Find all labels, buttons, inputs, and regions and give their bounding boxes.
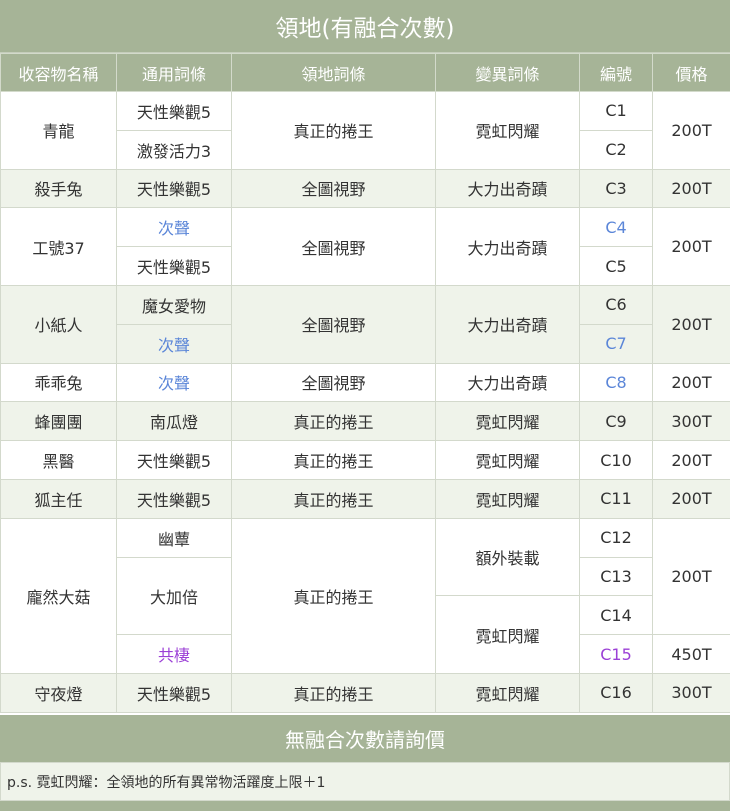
item-price: 450T [652, 634, 730, 674]
general-tag: 天性樂觀5 [116, 440, 232, 480]
territory-tag: 全圖視野 [231, 168, 436, 209]
item-code: C1 [579, 91, 653, 131]
table-row: 守夜燈 天性樂觀5 真正的捲王 霓虹閃耀 C16 300T [0, 672, 730, 713]
item-name: 龐然大菇 [0, 517, 117, 674]
item-name: 青龍 [0, 91, 117, 170]
territory-tag: 真正的捲王 [231, 91, 436, 170]
table-header-row: 收容物名稱 通用詞條 領地詞條 變異詞條 編號 價格 [0, 53, 730, 92]
item-code: C7 [579, 323, 653, 364]
general-tag: 共棲 [116, 634, 232, 674]
mutation-tag: 霓虹閃耀 [435, 595, 580, 674]
general-tag: 天性樂觀5 [116, 246, 232, 286]
item-name: 工號37 [0, 207, 117, 286]
territory-tag: 全圖視野 [231, 284, 436, 364]
mutation-tag: 霓虹閃耀 [435, 478, 580, 519]
item-code: C13 [579, 556, 653, 597]
general-tag: 魔女愛物 [116, 284, 232, 325]
footer-banner: 無融合次數請詢價 [0, 715, 730, 762]
item-price: 200T [652, 207, 730, 286]
item-price: 200T [652, 517, 730, 636]
mutation-tag: 大力出奇蹟 [435, 284, 580, 364]
item-price: 200T [652, 168, 730, 209]
item-code: C9 [579, 401, 653, 442]
territory-tag: 真正的捲王 [231, 478, 436, 519]
header-price: 價格 [652, 53, 730, 92]
territory-tag: 真正的捲王 [231, 672, 436, 713]
table-row: 蜂團團 南瓜燈 真正的捲王 霓虹閃耀 C9 300T [0, 401, 730, 442]
item-name: 小紙人 [0, 284, 117, 364]
territory-tag: 真正的捲王 [231, 440, 436, 480]
item-code: C15 [579, 634, 653, 674]
mutation-tag: 大力出奇蹟 [435, 168, 580, 209]
item-price: 200T [652, 362, 730, 403]
territory-tag: 全圖視野 [231, 362, 436, 403]
page-title: 領地(有融合次數) [0, 0, 730, 53]
general-tag: 南瓜燈 [116, 401, 232, 442]
mutation-tag: 霓虹閃耀 [435, 91, 580, 170]
item-name: 狐主任 [0, 478, 117, 519]
mutation-tag: 大力出奇蹟 [435, 362, 580, 403]
item-name: 殺手兔 [0, 168, 117, 209]
mutation-tag: 霓虹閃耀 [435, 440, 580, 480]
mutation-tag: 大力出奇蹟 [435, 207, 580, 286]
item-code: C10 [579, 440, 653, 480]
item-name: 守夜燈 [0, 672, 117, 713]
table-row: 乖乖兔 次聲 全圖視野 大力出奇蹟 C8 200T [0, 362, 730, 403]
item-price: 200T [652, 440, 730, 480]
mutation-tag: 霓虹閃耀 [435, 672, 580, 713]
item-price: 200T [652, 91, 730, 170]
table-row: 龐然大菇 幽蕈 真正的捲王 額外裝載 C12 200T [0, 517, 730, 674]
territory-tag: 真正的捲王 [231, 401, 436, 442]
general-tag: 激發活力3 [116, 129, 232, 170]
general-tag: 天性樂觀5 [116, 478, 232, 519]
item-name: 乖乖兔 [0, 362, 117, 403]
table-row: 狐主任 天性樂觀5 真正的捲王 霓虹閃耀 C11 200T [0, 478, 730, 519]
item-name: 蜂團團 [0, 401, 117, 442]
item-code: C3 [579, 168, 653, 209]
price-table: 收容物名稱 通用詞條 領地詞條 變異詞條 編號 價格 青龍 天性樂觀5 真正的捲… [0, 53, 730, 713]
general-tag: 天性樂觀5 [116, 168, 232, 209]
general-tag: 次聲 [116, 323, 232, 364]
table-row: 工號37 次聲 全圖視野 大力出奇蹟 C4 200T [0, 207, 730, 286]
footnote: p.s. 霓虹閃耀：全領地的所有異常物活躍度上限＋1 [0, 762, 730, 801]
item-code: C2 [579, 129, 653, 170]
table-row: 殺手兔 天性樂觀5 全圖視野 大力出奇蹟 C3 200T [0, 168, 730, 209]
header-name: 收容物名稱 [0, 53, 117, 92]
general-tag: 次聲 [116, 362, 232, 403]
header-code: 編號 [579, 53, 653, 92]
header-mutation: 變異詞條 [435, 53, 580, 92]
item-code: C5 [579, 246, 653, 286]
item-price: 300T [652, 401, 730, 442]
general-tag: 天性樂觀5 [116, 672, 232, 713]
item-code: C16 [579, 672, 653, 713]
general-tag: 次聲 [116, 207, 232, 248]
item-price: 200T [652, 478, 730, 519]
item-code: C4 [579, 207, 653, 248]
table-row: 青龍 天性樂觀5 真正的捲王 霓虹閃耀 C1 200T [0, 91, 730, 170]
mutation-tag: 霓虹閃耀 [435, 401, 580, 442]
item-code: C11 [579, 478, 653, 519]
mutation-tag: 額外裝載 [435, 517, 580, 597]
item-price: 300T [652, 672, 730, 713]
territory-tag: 真正的捲王 [231, 517, 436, 674]
item-code: C12 [579, 517, 653, 558]
table-row: 黑醫 天性樂觀5 真正的捲王 霓虹閃耀 C10 200T [0, 440, 730, 480]
general-tag: 大加倍 [116, 556, 232, 636]
item-code: C14 [579, 595, 653, 636]
price-sheet: 領地(有融合次數) 收容物名稱 通用詞條 領地詞條 變異詞條 編號 價格 青龍 … [0, 0, 730, 811]
header-general: 通用詞條 [116, 53, 232, 92]
item-price: 200T [652, 284, 730, 364]
item-code: C6 [579, 284, 653, 325]
general-tag: 天性樂觀5 [116, 91, 232, 131]
general-tag: 幽蕈 [116, 517, 232, 558]
header-territory: 領地詞條 [231, 53, 436, 92]
table-row: 小紙人 魔女愛物 全圖視野 大力出奇蹟 C6 200T [0, 284, 730, 364]
item-name: 黑醫 [0, 440, 117, 480]
territory-tag: 全圖視野 [231, 207, 436, 286]
item-code: C8 [579, 362, 653, 403]
bottom-strip [0, 801, 730, 811]
